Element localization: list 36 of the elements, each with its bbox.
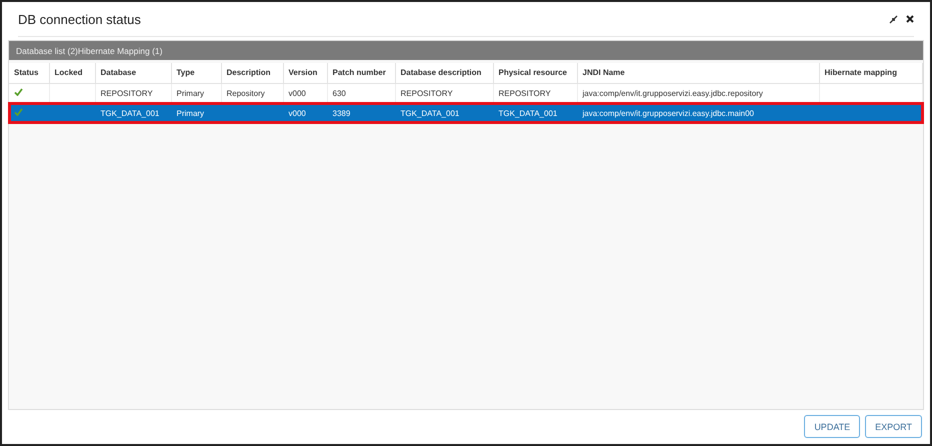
table-cell: REPOSITORY bbox=[400, 88, 453, 98]
table-row[interactable]: TGK_DATA_001 Primary v000 3389 TGK_DATA_001 TGK_DATA_001 java:comp/env/it.grupposervizi.easy.jdbc.main00 bbox=[9, 103, 922, 123]
table-cell: REPOSITORY bbox=[498, 88, 551, 98]
action-button[interactable]: UPDATE bbox=[804, 415, 860, 438]
table-cell: java:comp/env/it.grupposervizi.easy.jdbc.main00 bbox=[582, 108, 754, 118]
checkmark-icon bbox=[14, 108, 23, 116]
column-header[interactable]: Patch number bbox=[327, 63, 395, 83]
table-cell: 3389 bbox=[332, 108, 350, 118]
table-cell: TGK_DATA_001 bbox=[100, 108, 160, 118]
checkmark-icon bbox=[14, 88, 23, 96]
column-header[interactable]: Physical resource bbox=[493, 63, 577, 83]
collapse-icon[interactable] bbox=[889, 14, 898, 24]
table-row[interactable]: REPOSITORY Primary Repository v000 630 REPOSITORY REPOSITORY java:comp/env/it.grupposervizi.easy.jdbc.repository bbox=[9, 83, 922, 103]
column-header[interactable]: Description bbox=[221, 63, 283, 83]
table-cell: 630 bbox=[332, 88, 346, 98]
column-header[interactable]: Status bbox=[9, 63, 49, 83]
window-title: DB connection status bbox=[18, 12, 141, 26]
column-header[interactable]: Type bbox=[171, 63, 221, 83]
column-header[interactable]: Hibernate mapping bbox=[819, 63, 922, 83]
column-header[interactable]: Database bbox=[95, 63, 171, 83]
table-cell: Repository bbox=[226, 88, 265, 98]
table-cell: TGK_DATA_001 bbox=[400, 108, 460, 118]
table-cell: Primary bbox=[176, 88, 204, 98]
panel-title: Database list (2)Hibernate Mapping (1) bbox=[9, 41, 923, 60]
column-header[interactable]: Database description bbox=[395, 63, 493, 83]
table-cell: v000 bbox=[288, 108, 306, 118]
column-header[interactable]: JNDI Name bbox=[577, 63, 819, 83]
table-cell: REPOSITORY bbox=[100, 88, 153, 98]
table-cell: TGK_DATA_001 bbox=[498, 108, 558, 118]
column-header[interactable]: Version bbox=[283, 63, 327, 83]
action-button[interactable]: EXPORT bbox=[865, 415, 922, 438]
table-cell: v000 bbox=[288, 88, 306, 98]
close-icon[interactable] bbox=[906, 15, 914, 23]
table-cell: java:comp/env/it.grupposervizi.easy.jdbc.repository bbox=[582, 88, 763, 98]
table-cell: Primary bbox=[176, 108, 204, 118]
column-header[interactable]: Locked bbox=[49, 63, 95, 83]
